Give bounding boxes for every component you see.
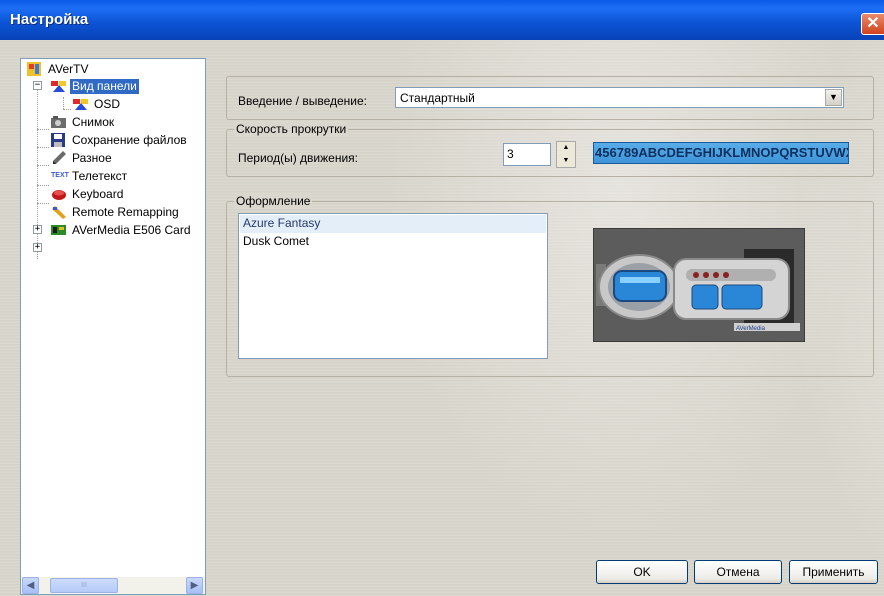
period-value: 3	[507, 147, 514, 161]
period-spinner[interactable]: ▲ ▼	[556, 141, 576, 168]
tree-item-label: AVerTV	[48, 61, 89, 76]
avertv-icon	[27, 62, 43, 76]
settings-window: Настройка ✕ AVerTV − Вид панели OSD Сним…	[0, 0, 884, 596]
cancel-button[interactable]: Отмена	[694, 560, 782, 584]
osd-icon	[73, 97, 89, 111]
preview-brand: AVerMedia	[736, 326, 766, 332]
skin-list-item[interactable]: Azure Fantasy	[240, 215, 546, 233]
scroll-speed-group: Скорость прокрутки Период(ы) движения: 3…	[226, 122, 874, 177]
title-bar[interactable]: Настройка ✕	[0, 0, 884, 40]
card-icon	[51, 223, 67, 237]
tree-item-avertv[interactable]: AVerTV	[27, 60, 90, 78]
tree-item-label: Разное	[72, 150, 112, 165]
tree-item-remote-remapping[interactable]: Remote Remapping	[51, 203, 181, 221]
tree-item-label: Вид панели	[70, 78, 139, 94]
chevron-down-icon: ▼	[829, 92, 838, 102]
tree-item-label: Снимок	[72, 114, 115, 129]
close-button[interactable]: ✕	[861, 13, 884, 35]
intro-label: Введение / выведение:	[238, 94, 367, 108]
arrow-left-icon: ◀	[26, 580, 35, 591]
tree-item-label: Сохранение файлов	[72, 132, 187, 147]
skin-list-item[interactable]: Dusk Comet	[240, 233, 546, 251]
camera-icon	[51, 115, 67, 129]
tree-viewport: AVerTV − Вид панели OSD Снимок Сохранени…	[21, 59, 205, 577]
arrow-right-icon: ▶	[190, 580, 199, 591]
tree-item-file-saving[interactable]: Сохранение файлов	[51, 131, 189, 149]
skin-preview-image: AVerMedia	[593, 228, 805, 342]
spin-down-icon: ▼	[562, 157, 570, 164]
skin-group-label: Оформление	[234, 194, 313, 208]
close-icon: ✕	[866, 15, 880, 32]
intro-dropdown-button[interactable]: ▼	[825, 89, 842, 106]
spin-up-icon: ▲	[562, 144, 570, 151]
tree-connector	[37, 185, 49, 186]
marquee-preview: 456789ABCDEFGHIJKLMNOPQRSTUVWXYZ	[593, 142, 849, 164]
tree-item-label: Телетекст	[72, 168, 128, 183]
tree-item-label: OSD	[94, 96, 121, 111]
spin-down-button[interactable]: ▼	[557, 155, 575, 167]
tree-item-teletext[interactable]: TEXT Телетекст	[51, 167, 129, 185]
skin-group: Оформление Azure Fantasy Dusk Comet AVer…	[226, 194, 874, 377]
tree-item-avermedia-card[interactable]: AVerMedia E506 Card	[51, 221, 193, 239]
spin-up-button[interactable]: ▲	[557, 142, 575, 154]
settings-tree: AVerTV − Вид панели OSD Снимок Сохранени…	[20, 58, 206, 595]
tree-item-osd[interactable]: OSD	[73, 95, 122, 113]
tree-horizontal-scrollbar[interactable]: ◀ III ▶	[21, 577, 205, 594]
scroll-left-button[interactable]: ◀	[22, 577, 39, 594]
tree-expand-button[interactable]: +	[33, 225, 42, 234]
tree-connector	[37, 165, 49, 166]
period-label: Период(ы) движения:	[238, 151, 358, 165]
keyboard-icon	[51, 187, 67, 201]
scroll-right-button[interactable]: ▶	[186, 577, 203, 594]
misc-pen-icon	[51, 151, 67, 165]
tree-item-label: Remote Remapping	[72, 204, 179, 219]
skin-list[interactable]: Azure Fantasy Dusk Comet	[238, 213, 548, 359]
scroll-thumb[interactable]: III	[50, 578, 118, 593]
tree-item-label: Keyboard	[72, 186, 124, 201]
tree-connector	[37, 129, 49, 130]
tree-item-misc[interactable]: Разное	[51, 149, 114, 167]
intro-select-value: Стандартный	[400, 91, 475, 105]
apply-button[interactable]: Применить	[789, 560, 878, 584]
teletext-icon: TEXT	[51, 172, 69, 179]
ok-button[interactable]: OK	[596, 560, 688, 584]
tree-connector	[37, 203, 49, 204]
tree-connector	[63, 109, 71, 110]
intro-select[interactable]: Стандартный ▼	[395, 87, 844, 108]
intro-group: Введение / выведение: Стандартный ▼	[226, 76, 874, 120]
dialog-body: AVerTV − Вид панели OSD Снимок Сохранени…	[0, 40, 884, 596]
tree-collapse-button[interactable]: −	[33, 81, 42, 90]
floppy-save-icon	[51, 133, 67, 147]
tree-item-keyboard[interactable]: Keyboard	[51, 185, 125, 203]
period-input[interactable]: 3	[503, 143, 551, 166]
tree-item-snapshot[interactable]: Снимок	[51, 113, 116, 131]
tree-expand-button[interactable]: +	[33, 243, 42, 252]
grip-icon: III	[81, 582, 87, 589]
tree-connector	[63, 97, 64, 109]
scroll-speed-group-label: Скорость прокрутки	[234, 122, 349, 136]
tree-connector	[37, 147, 49, 148]
tree-item-label: AVerMedia E506 Card	[72, 222, 191, 237]
tree-item-panel-view[interactable]: Вид панели	[51, 77, 139, 95]
window-title: Настройка	[10, 11, 89, 28]
player-skin-preview: AVerMedia	[594, 229, 804, 341]
panel-view-icon	[51, 79, 67, 93]
remote-icon	[51, 205, 67, 219]
